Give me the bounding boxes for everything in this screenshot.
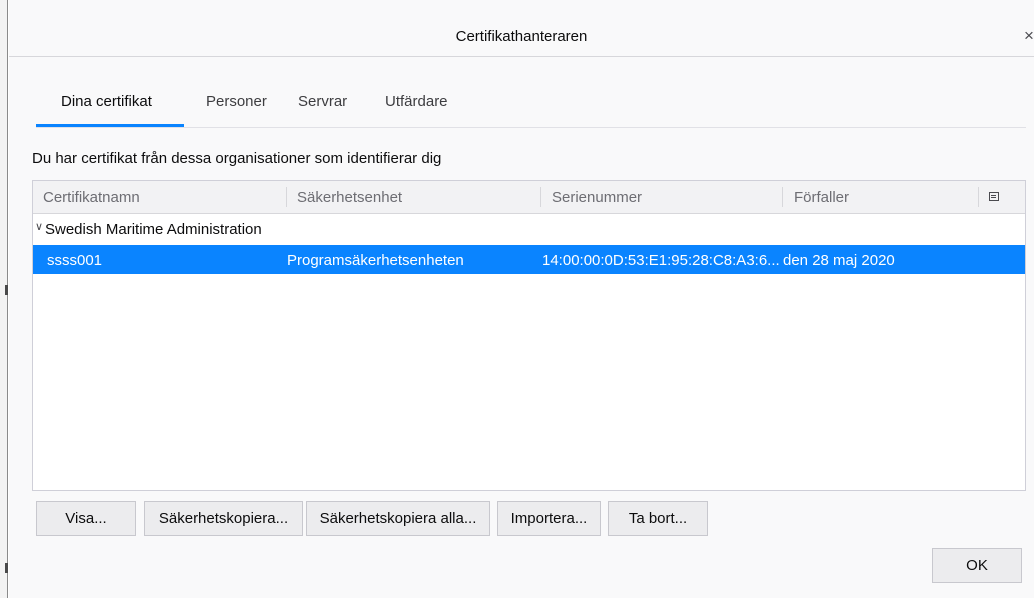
button-label: Säkerhetskopiera alla... (319, 510, 477, 527)
close-icon[interactable]: × (1024, 26, 1034, 46)
backup-all-button[interactable]: Säkerhetskopiera alla... (306, 501, 490, 536)
cell-certificate-name: ssss001 (47, 252, 103, 269)
tab-servers[interactable]: Servrar (282, 79, 370, 125)
tree-group-row[interactable]: ∨ Swedish Maritime Administration (33, 216, 1025, 243)
button-label: Importera... (510, 510, 588, 527)
tab-label: Servrar (298, 93, 348, 110)
column-label: Certifikatnamn (43, 189, 140, 206)
view-button[interactable]: Visa... (36, 501, 136, 536)
description-text: Du har certifikat från dessa organisatio… (32, 150, 442, 167)
tab-label: Personer (206, 93, 267, 110)
button-label: Visa... (65, 510, 107, 527)
title-bar: Certifikathanteraren × (9, 0, 1034, 57)
tab-bar: Dina certifikat Personer Servrar Utfärda… (36, 79, 1026, 128)
column-header-certificate-name[interactable]: Certifikatnamn (33, 181, 286, 213)
column-header-serial-number[interactable]: Serienummer (541, 181, 782, 213)
background-window-edge (0, 0, 8, 598)
column-label: Säkerhetsenhet (297, 189, 403, 206)
tab-your-certificates[interactable]: Dina certifikat (36, 79, 184, 127)
column-picker-icon[interactable] (989, 192, 999, 201)
import-button[interactable]: Importera... (497, 501, 601, 536)
cell-serial-number: 14:00:00:0D:53:E1:95:28:C8:A3:6... (542, 252, 780, 269)
column-separator[interactable] (978, 187, 979, 207)
edge-mark (5, 563, 8, 573)
tab-label: Dina certifikat (61, 93, 152, 110)
group-label: Swedish Maritime Administration (45, 221, 262, 238)
certificate-manager-dialog: Certifikathanteraren × Dina certifikat P… (9, 0, 1034, 598)
tab-people[interactable]: Personer (184, 79, 282, 125)
column-header-security-device[interactable]: Säkerhetsenhet (287, 181, 540, 213)
chevron-down-icon[interactable]: ∨ (35, 220, 43, 233)
edge-mark (5, 285, 8, 295)
tab-authorities[interactable]: Utfärdare (370, 79, 470, 125)
ok-button[interactable]: OK (932, 548, 1022, 583)
cell-security-device: Programsäkerhetsenheten (287, 252, 464, 269)
backup-button[interactable]: Säkerhetskopiera... (144, 501, 303, 536)
table-row[interactable]: ssss001 Programsäkerhetsenheten 14:00:00… (33, 245, 1025, 274)
button-label: Ta bort... (628, 510, 688, 527)
column-label: Förfaller (794, 189, 850, 206)
delete-button[interactable]: Ta bort... (608, 501, 708, 536)
cell-expires: den 28 maj 2020 (783, 252, 895, 269)
window-title: Certifikathanteraren (455, 28, 588, 45)
column-header-expires[interactable]: Förfaller (783, 181, 978, 213)
button-label: Säkerhetskopiera... (158, 510, 289, 527)
tab-label: Utfärdare (385, 93, 448, 110)
column-label: Serienummer (552, 189, 643, 206)
tree-header: Certifikatnamn Säkerhetsenhet Serienumme… (33, 181, 1025, 214)
certificate-tree[interactable]: Certifikatnamn Säkerhetsenhet Serienumme… (32, 180, 1026, 491)
button-label: OK (966, 557, 988, 574)
